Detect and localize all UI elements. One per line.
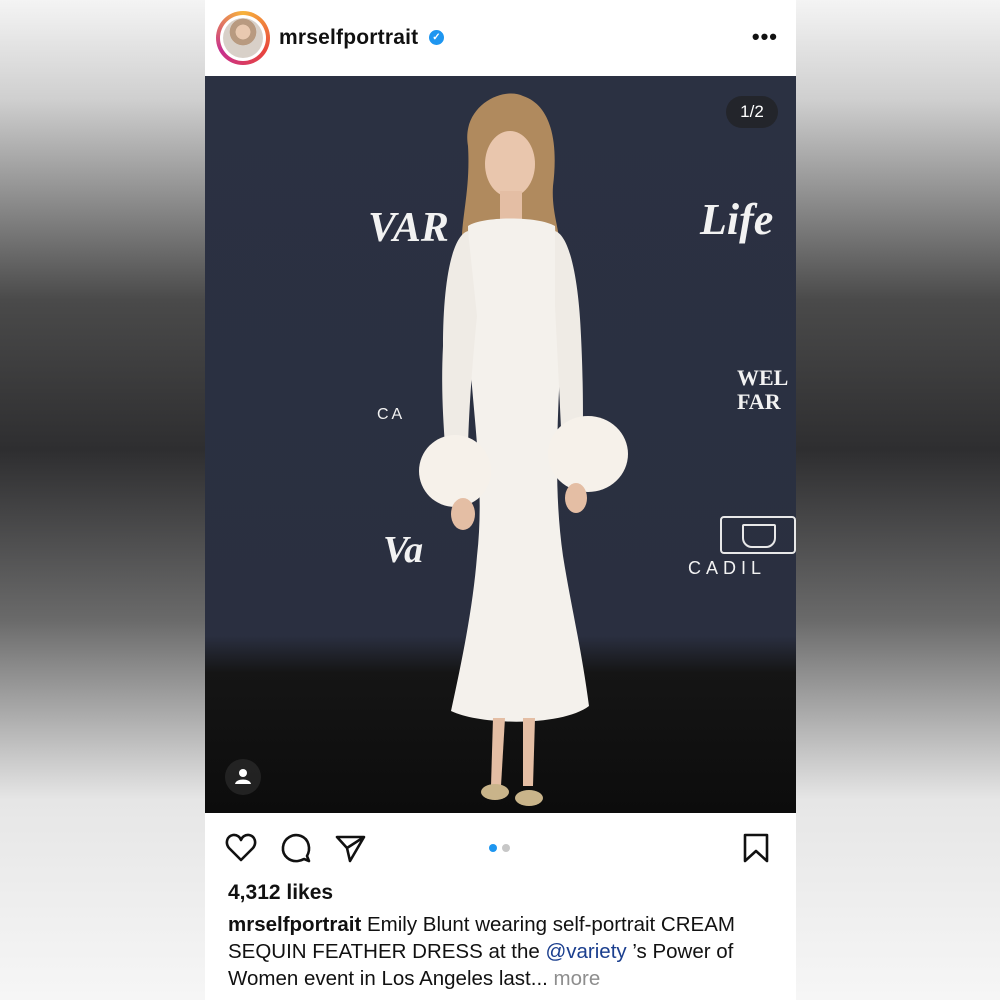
caption-mention[interactable]: @variety — [545, 940, 626, 963]
more-options-icon[interactable]: ••• — [752, 24, 778, 50]
post-photo[interactable]: VAR Life WEL FAR CA Va CADIL 1/2 — [205, 76, 796, 813]
backdrop-logo-wells: WEL FAR — [737, 365, 788, 414]
carousel-dot — [502, 844, 510, 852]
send-icon[interactable] — [333, 831, 367, 865]
caption-username[interactable]: mrselfportrait — [228, 913, 361, 936]
comment-icon[interactable] — [279, 831, 313, 865]
carousel-indicator — [489, 839, 515, 857]
action-bar — [205, 813, 796, 879]
avatar[interactable] — [216, 11, 270, 65]
instagram-post: mrselfportrait ✓ ••• VAR Life WEL FAR CA… — [205, 0, 796, 1000]
person-tag-icon[interactable] — [225, 759, 261, 795]
carousel-dot-active — [489, 844, 497, 852]
backdrop-logo-cadillac: CADIL — [688, 558, 767, 578]
carousel-counter: 1/2 — [726, 96, 778, 128]
woman-in-white-dress — [419, 93, 628, 806]
avatar-inner — [220, 15, 266, 61]
backdrop-logo-life: Life — [700, 195, 774, 244]
likes-count[interactable]: 4,312 likes — [228, 881, 333, 905]
heart-icon[interactable] — [224, 831, 258, 865]
person-glyph — [235, 769, 251, 784]
verified-badge-icon: ✓ — [429, 30, 444, 45]
post-username[interactable]: mrselfportrait — [279, 26, 418, 50]
caption-more-link[interactable]: more — [548, 967, 601, 990]
avatar-image — [223, 18, 263, 58]
post-header: mrselfportrait ✓ ••• — [205, 0, 796, 76]
bookmark-icon[interactable] — [739, 831, 773, 865]
backdrop-crest-icon — [720, 516, 796, 554]
post-caption: mrselfportrait Emily Blunt wearing self-… — [228, 911, 788, 992]
